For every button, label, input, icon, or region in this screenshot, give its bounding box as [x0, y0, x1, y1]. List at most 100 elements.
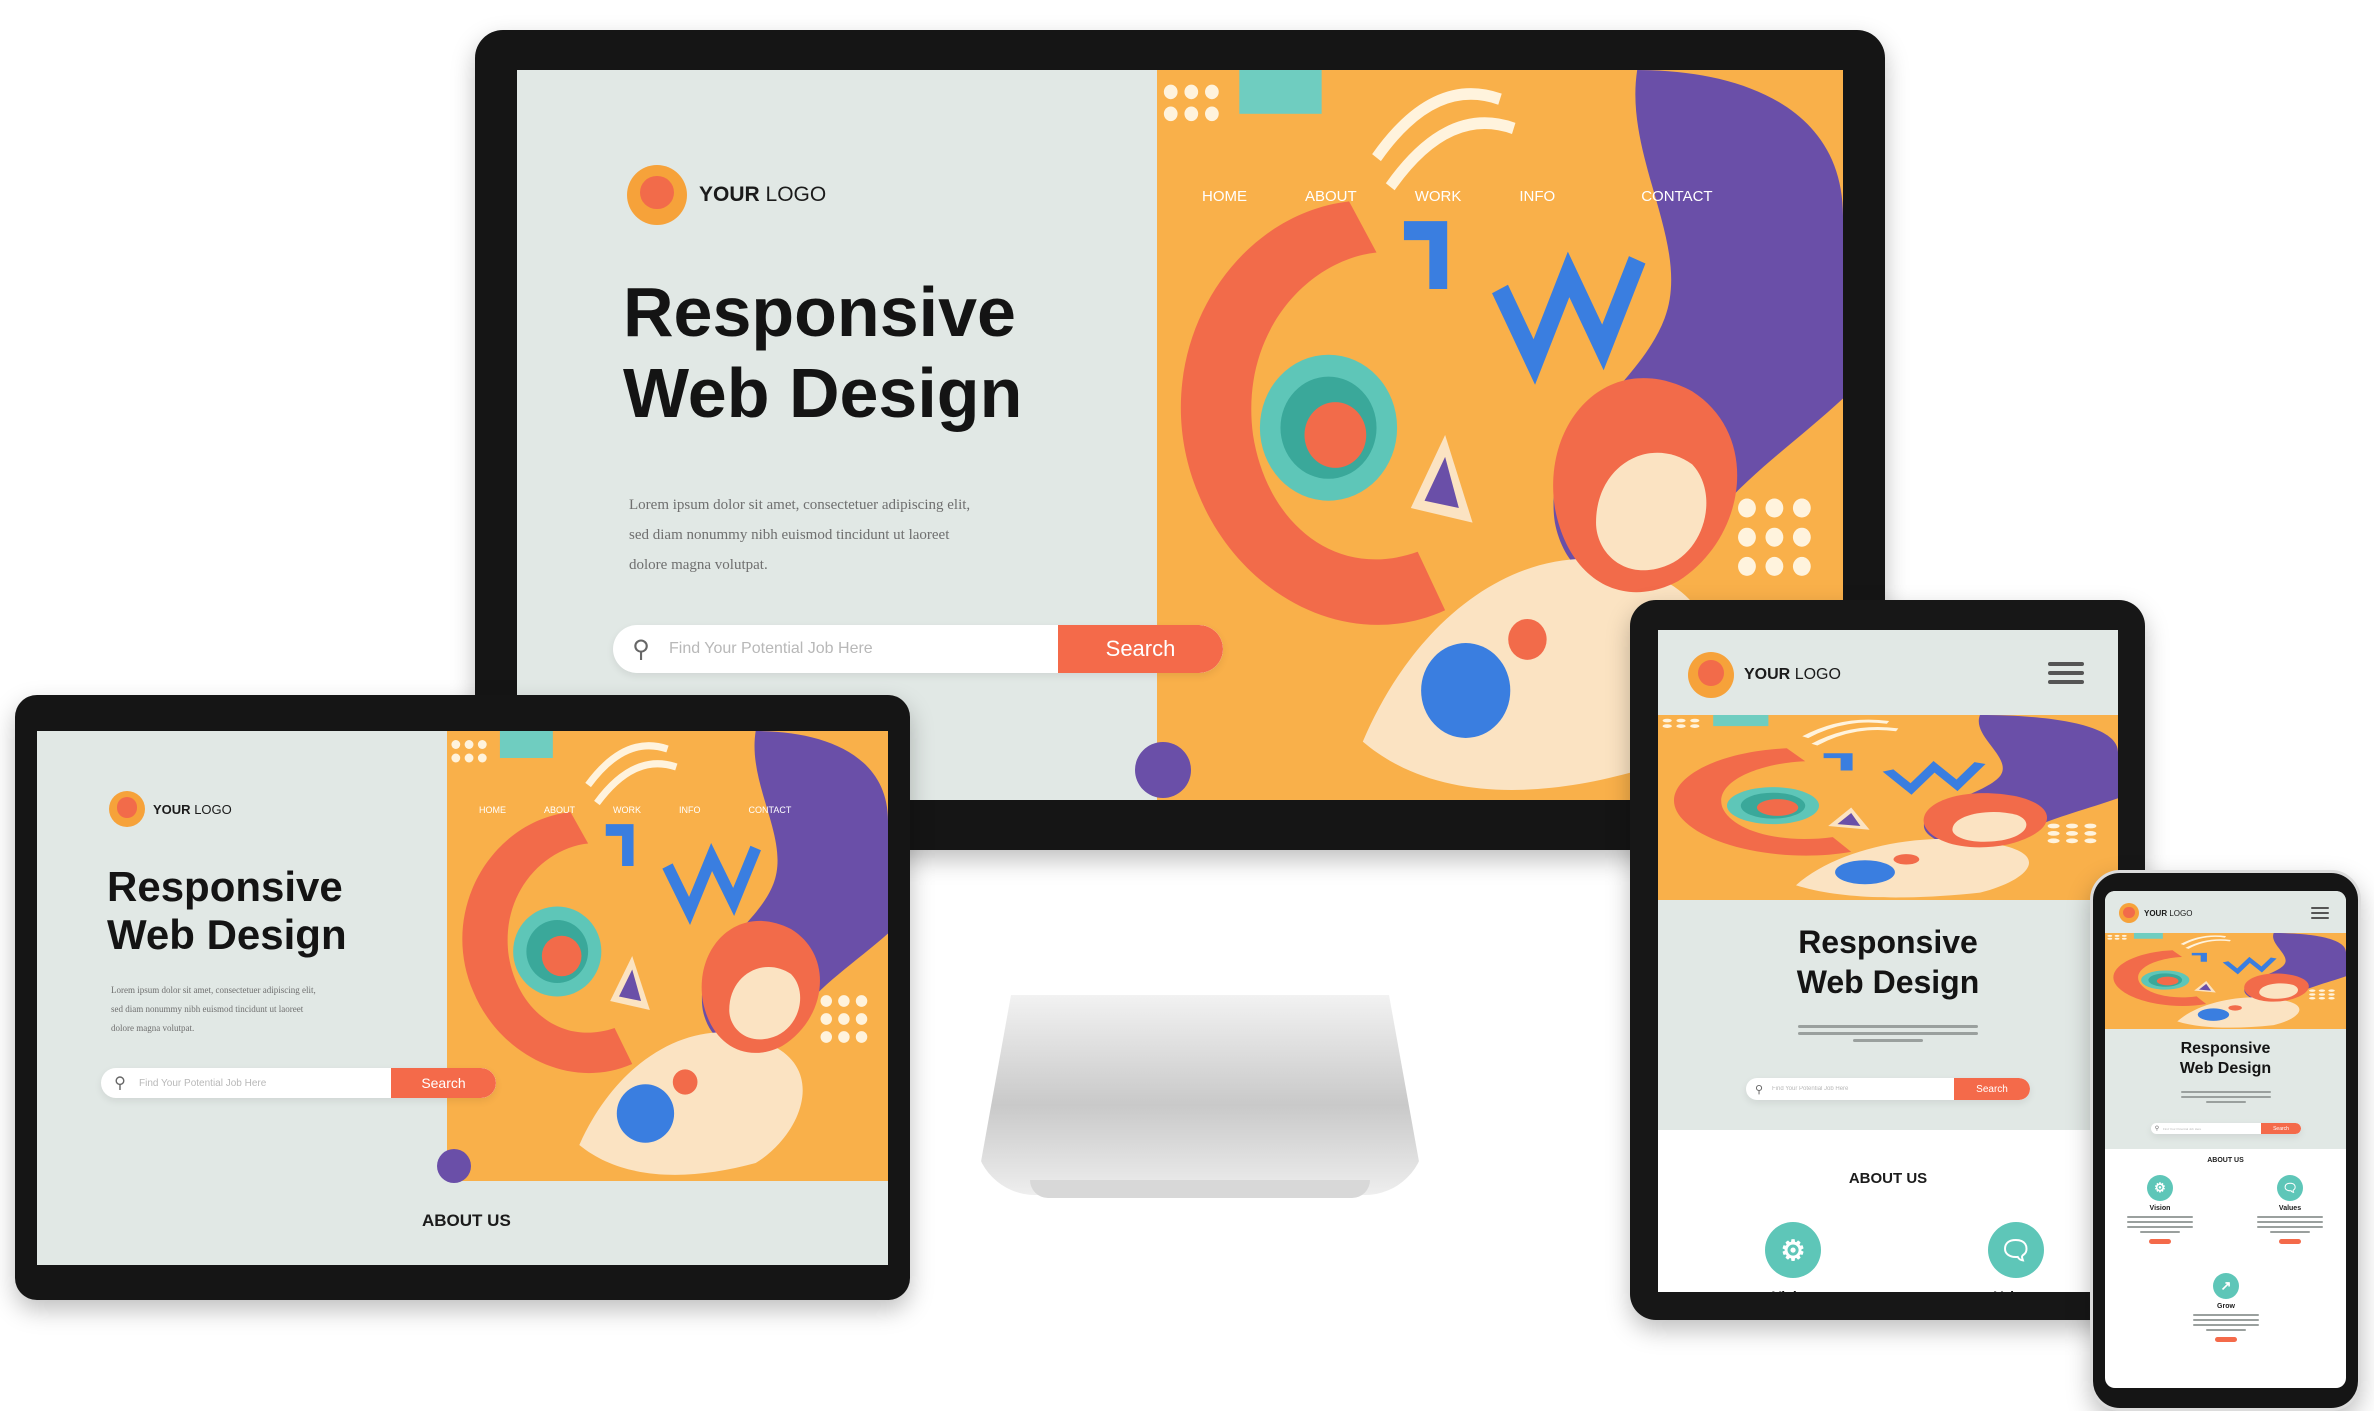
feature-read-more-pill[interactable]: [2279, 1239, 2301, 1244]
search-icon: ⚲: [2154, 1126, 2160, 1132]
logo-mark-icon: [1688, 652, 1734, 698]
headline-line1: Responsive: [2180, 1040, 2271, 1057]
hamburger-menu-icon[interactable]: [2048, 662, 2084, 684]
nav-about[interactable]: ABOUT: [1305, 188, 1357, 205]
nav-about[interactable]: ABOUT: [544, 805, 575, 815]
phone-feature-grow: ↗ Grow: [2191, 1273, 2261, 1342]
headline-line2: Web Design: [107, 911, 347, 959]
nav-work[interactable]: WORK: [613, 805, 641, 815]
logo-bold-text: YOUR: [1744, 666, 1791, 683]
nav-home[interactable]: HOME: [1202, 188, 1247, 205]
laptop-screen: YOUR LOGO HOME ABOUT WORK INFO CONTACT R…: [37, 731, 888, 1265]
laptop-body-text: Lorem ipsum dolor sit amet, consectetuer…: [111, 981, 316, 1038]
logo-bold-text: YOUR: [2144, 908, 2168, 918]
tablet-device: YOUR LOGO Responsive Web Design ⚲ Find Y…: [1630, 600, 2145, 1320]
desktop-body-text: Lorem ipsum dolor sit amet, consectetuer…: [629, 490, 970, 580]
phone-feature-values: 🗨 Values: [2255, 1175, 2325, 1244]
laptop-headline: Responsive Web Design: [107, 863, 347, 960]
headline-line1: Responsive: [107, 863, 343, 910]
headline-line2: Web Design: [2179, 1060, 2272, 1077]
feature-label: Grow: [2217, 1303, 2235, 1310]
tablet-hero-artwork: [1658, 715, 2118, 900]
phone-screen: YOUR LOGO Responsive Web Design ⚲ Find Y…: [2105, 891, 2346, 1388]
monitor-stand: [975, 995, 1425, 1195]
headline-line1: Responsive: [623, 273, 1016, 351]
feature-text-lines: [2191, 1314, 2261, 1331]
laptop-about-title: ABOUT US: [422, 1211, 511, 1230]
desktop-search-button[interactable]: Search: [1058, 625, 1223, 673]
feature-label: Values: [1961, 1288, 2071, 1292]
laptop-search-input[interactable]: Find Your Potential Job Here: [139, 1078, 391, 1089]
desktop-search-input[interactable]: Find Your Potential Job Here: [669, 640, 1058, 658]
search-icon: ⚲: [1754, 1083, 1764, 1096]
laptop-nav: HOME ABOUT WORK INFO CONTACT: [479, 805, 791, 815]
logo-bold-text: YOUR: [699, 183, 760, 206]
laptop-purple-dot: [437, 1149, 471, 1183]
phone-device: YOUR LOGO Responsive Web Design ⚲ Find Y…: [2090, 870, 2361, 1411]
feature-read-more-pill[interactable]: [2149, 1239, 2171, 1244]
chat-bubble-icon: 🗨: [2277, 1175, 2303, 1201]
search-icon: ⚲: [114, 1075, 126, 1092]
nav-contact[interactable]: CONTACT: [1641, 188, 1712, 205]
desktop-search-bar: ⚲ Find Your Potential Job Here Search: [613, 625, 1223, 673]
headline-line1: Responsive: [1798, 924, 1978, 960]
phone-logo[interactable]: YOUR LOGO: [2119, 903, 2192, 923]
feature-text-lines: [2255, 1216, 2325, 1233]
nav-info[interactable]: INFO: [679, 805, 701, 815]
logo-light-text: LOGO: [2169, 908, 2193, 918]
logo-light-text: LOGO: [1794, 666, 1841, 683]
tablet-search-button[interactable]: Search: [1954, 1078, 2030, 1100]
body-line2: sed diam nonummy nibh euismod tincidunt …: [629, 527, 950, 543]
tablet-search-input[interactable]: Find Your Potential Job Here: [1772, 1086, 1954, 1092]
nav-home[interactable]: HOME: [479, 805, 506, 815]
feature-read-more-pill[interactable]: [2215, 1337, 2237, 1342]
phone-feature-vision: ⚙ Vision: [2125, 1175, 2195, 1244]
desktop-purple-dot: [1135, 742, 1191, 798]
tablet-logo[interactable]: YOUR LOGO: [1688, 652, 1841, 698]
feature-label: Values: [2278, 1205, 2302, 1212]
gear-icon: ⚙: [1765, 1222, 1821, 1278]
logo-mark-icon: [627, 165, 687, 225]
feature-text-lines: [2125, 1216, 2195, 1233]
logo-mark-icon: [109, 791, 145, 827]
laptop-device: YOUR LOGO HOME ABOUT WORK INFO CONTACT R…: [15, 695, 910, 1300]
logo-mark-icon: [2119, 903, 2139, 923]
desktop-nav: HOME ABOUT WORK INFO CONTACT: [1202, 188, 1713, 205]
laptop-search-bar: ⚲ Find Your Potential Job Here Search: [101, 1068, 496, 1098]
gear-icon: ⚙: [2147, 1175, 2173, 1201]
body-line2: sed diam nonummy nibh euismod tincidunt …: [111, 1004, 304, 1014]
headline-line2: Web Design: [1796, 964, 1980, 1000]
tablet-headline: Responsive Web Design: [1658, 922, 2118, 1002]
feature-label: Vision: [1738, 1288, 1848, 1292]
body-line3: dolore magna volutpat.: [111, 1023, 195, 1033]
phone-headline: Responsive Web Design: [2105, 1039, 2346, 1079]
trend-up-icon: ↗: [2213, 1273, 2239, 1299]
desktop-headline: Responsive Web Design: [623, 272, 1022, 433]
phone-search-bar: ⚲ Find Your Potential Job Here Search: [2151, 1123, 2301, 1134]
body-line3: dolore magna volutpat.: [629, 557, 768, 573]
tablet-search-bar: ⚲ Find Your Potential Job Here Search: [1746, 1078, 2030, 1100]
hamburger-menu-icon[interactable]: [2311, 907, 2329, 919]
nav-contact[interactable]: CONTACT: [749, 805, 792, 815]
chat-bubble-icon: 🗨: [1988, 1222, 2044, 1278]
headline-line2: Web Design: [623, 353, 1023, 432]
tablet-feature-vision: ⚙ Vision: [1738, 1222, 1848, 1292]
body-line1: Lorem ipsum dolor sit amet, consectetuer…: [629, 497, 971, 513]
phone-search-button[interactable]: Search: [2261, 1123, 2301, 1134]
logo-light-text: LOGO: [194, 801, 232, 817]
tablet-feature-values: 🗨 Values: [1961, 1222, 2071, 1292]
laptop-hero-artwork: [447, 731, 888, 1181]
nav-info[interactable]: INFO: [1519, 188, 1555, 205]
body-line1: Lorem ipsum dolor sit amet, consectetuer…: [111, 985, 316, 995]
search-icon: ⚲: [632, 635, 650, 663]
phone-body-text-lines: [2105, 1091, 2346, 1107]
logo-bold-text: YOUR: [153, 801, 191, 817]
tablet-body-text-lines: [1658, 1025, 2118, 1046]
phone-hero-artwork: [2105, 933, 2346, 1029]
tablet-screen: YOUR LOGO Responsive Web Design ⚲ Find Y…: [1658, 630, 2118, 1292]
nav-work[interactable]: WORK: [1415, 188, 1462, 205]
laptop-search-button[interactable]: Search: [391, 1068, 496, 1098]
phone-search-input[interactable]: Find Your Potential Job Here: [2163, 1127, 2261, 1131]
desktop-logo[interactable]: YOUR LOGO: [627, 165, 826, 225]
laptop-logo[interactable]: YOUR LOGO: [109, 791, 232, 827]
